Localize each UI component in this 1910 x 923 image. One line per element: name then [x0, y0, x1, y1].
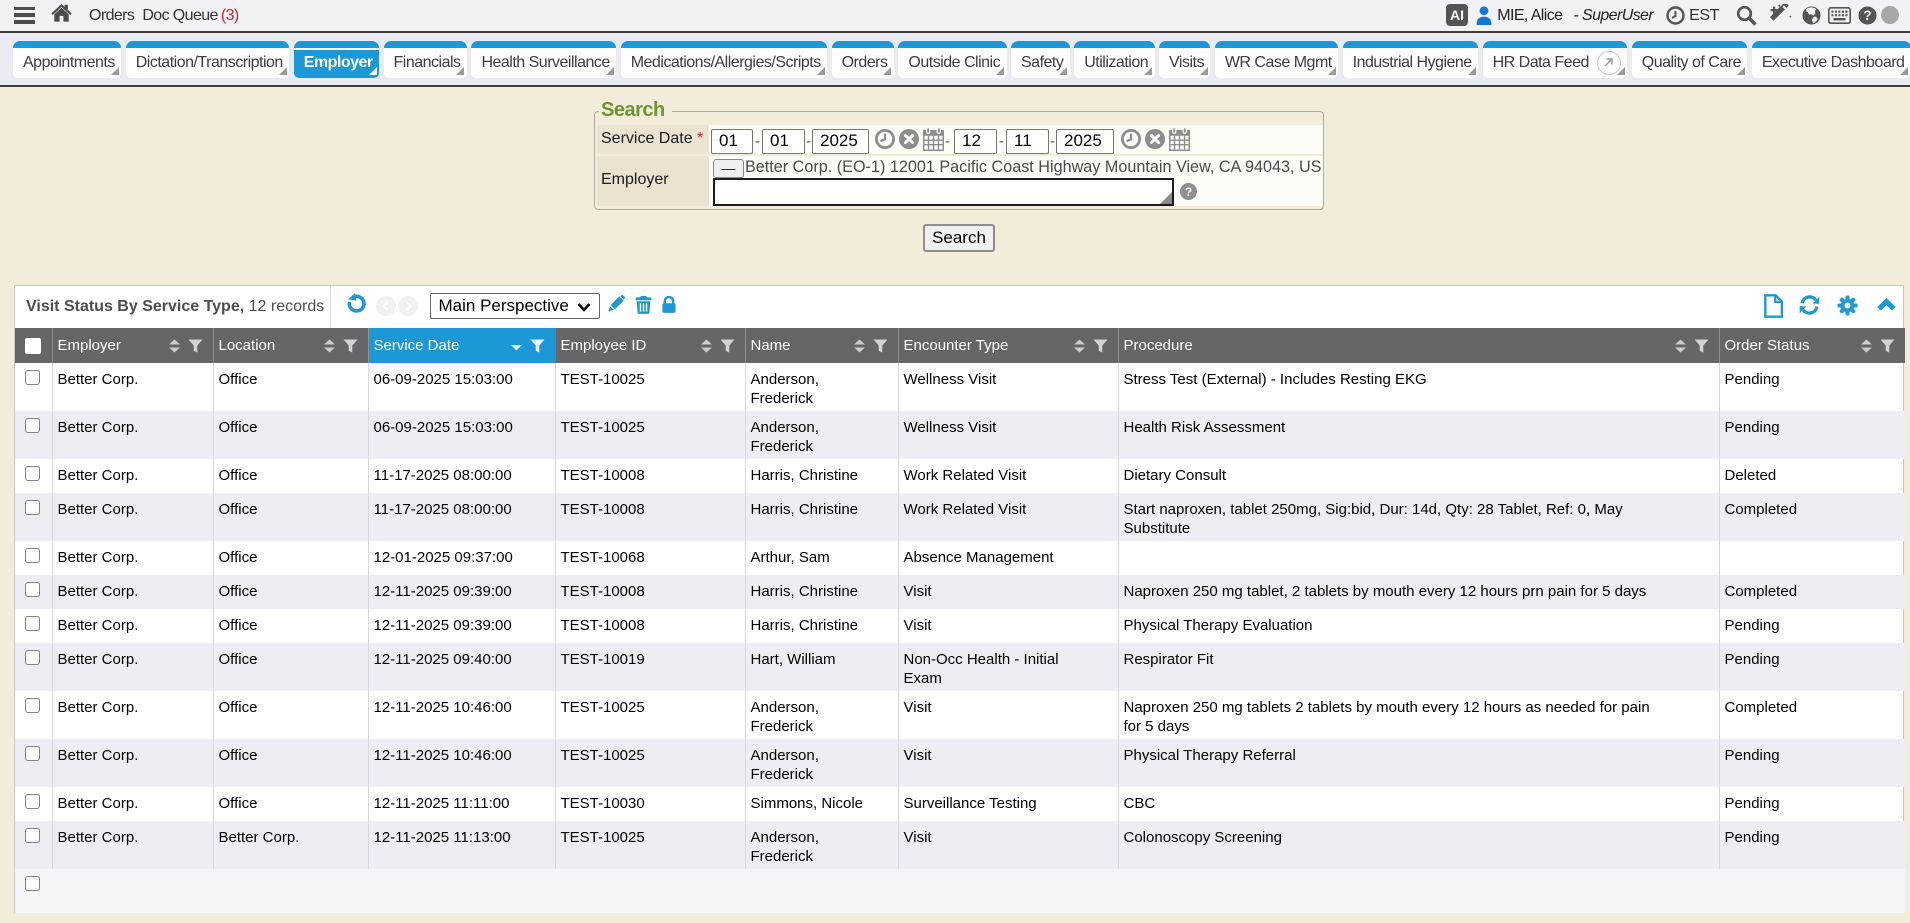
svg-text:?: ? [1863, 8, 1871, 23]
svg-text:?: ? [1185, 185, 1192, 199]
